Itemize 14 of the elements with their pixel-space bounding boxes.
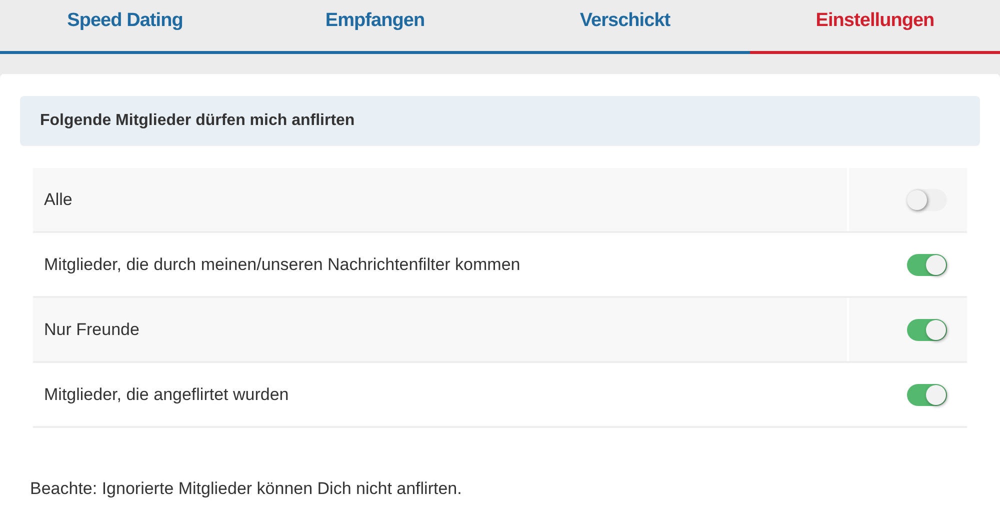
option-label: Mitglieder, die durch meinen/unseren Nachrichtenfilter kommen [44,254,520,276]
toggle-switch[interactable] [907,318,947,340]
tab[interactable]: Verschickt [500,0,750,54]
tab[interactable]: Speed Dating [0,0,250,54]
tab[interactable]: Empfangen [250,0,500,54]
option-label: Mitglieder, die angeflirtet wurden [44,384,289,406]
toggle-switch[interactable] [907,188,947,210]
option-label: Alle [44,188,72,211]
option-label: Nur Freunde [44,318,140,341]
section-title: Folgende Mitglieder dürfen mich anflirten [40,111,355,131]
toggle-switch[interactable] [907,254,947,276]
tab[interactable]: Einstellungen [750,0,1000,54]
toggle-switch[interactable] [907,384,947,406]
note-text: Beachte: Ignorierte Mitglieder können Dich nicht anflirten. [30,478,463,500]
